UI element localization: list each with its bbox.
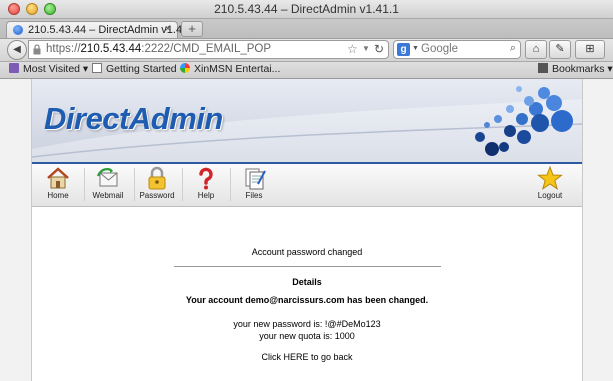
- bookmark-xinmsn[interactable]: XinMSN Entertai...: [180, 63, 280, 75]
- search-icon[interactable]: ⌕: [510, 42, 516, 55]
- window-title: 210.5.43.44 – DirectAdmin v1.41.1: [214, 2, 399, 16]
- back-button[interactable]: ◀: [7, 40, 27, 60]
- tab-directadmin[interactable]: 210.5.43.44 – DirectAdmin v1.4... ×: [6, 21, 191, 38]
- bubbles-logo-icon: [475, 86, 573, 156]
- bookmark-getting-started[interactable]: Getting Started: [92, 63, 177, 75]
- tab-close-icon[interactable]: ×: [165, 23, 171, 35]
- msn-butterfly-icon: [180, 63, 190, 73]
- directadmin-header: DirectAdmin: [32, 79, 582, 162]
- bookmarks-toolbar: Most Visited ▾ Getting Started XinMSN En…: [0, 62, 613, 79]
- directadmin-toolbar: Home Webmail Password Help Files Logout: [32, 162, 582, 207]
- bookmarks-icon: [538, 63, 548, 73]
- navigation-toolbar: ◀ https://210.5.43.44:2222/CMD_EMAIL_POP…: [0, 39, 613, 62]
- nav-webmail[interactable]: Webmail: [84, 166, 132, 200]
- go-back-link[interactable]: Click HERE to go back: [32, 352, 582, 362]
- folder-icon: [9, 63, 19, 73]
- nav-files[interactable]: Files: [230, 166, 278, 200]
- tools-icon[interactable]: ✎: [549, 40, 571, 59]
- account-changed-message: Your account demo@narcissurs.com has bee…: [185, 295, 429, 305]
- url-history-dropdown-icon[interactable]: ▼: [362, 44, 370, 53]
- page-icon: [92, 63, 102, 73]
- reload-icon[interactable]: ↻: [374, 42, 384, 56]
- padlock-icon: [148, 166, 166, 190]
- lock-icon: [33, 44, 41, 55]
- home-icon[interactable]: ⌂: [525, 40, 547, 59]
- files-icon: [245, 168, 266, 190]
- question-mark-icon: [199, 167, 213, 190]
- webmail-icon: [96, 168, 118, 187]
- addons-icon[interactable]: ⊞: [575, 40, 605, 59]
- window-titlebar: 210.5.43.44 – DirectAdmin v1.41.1: [0, 0, 613, 19]
- nav-logout[interactable]: Logout: [526, 166, 574, 200]
- url-bar[interactable]: https://210.5.43.44:2222/CMD_EMAIL_POP ☆…: [28, 40, 389, 59]
- favicon-icon: [13, 25, 23, 35]
- nav-home[interactable]: Home: [34, 166, 82, 200]
- status-message: Account password changed: [251, 247, 363, 257]
- engine-dropdown-icon[interactable]: ▼: [412, 45, 419, 52]
- bookmark-most-visited[interactable]: Most Visited ▾: [9, 63, 88, 75]
- star-icon: [537, 166, 563, 190]
- new-password-text: your new password is: !@#DeMo123: [233, 319, 381, 329]
- nav-help[interactable]: Help: [182, 166, 230, 200]
- google-engine-icon[interactable]: g: [397, 43, 410, 56]
- divider: [174, 266, 441, 267]
- new-tab-button[interactable]: +: [181, 21, 203, 37]
- details-heading: Details: [292, 277, 322, 287]
- search-input[interactable]: Google: [421, 43, 458, 55]
- house-icon: [47, 167, 69, 189]
- search-bar[interactable]: g ▼ Google ⌕: [393, 40, 521, 59]
- directadmin-page: DirectAdmin Home Webmail Password Help F…: [31, 79, 583, 381]
- bookmark-star-icon[interactable]: ☆: [347, 42, 358, 56]
- url-text: https://210.5.43.44:2222/CMD_EMAIL_POP: [46, 43, 272, 55]
- tab-strip: 210.5.43.44 – DirectAdmin v1.4... × +: [0, 19, 613, 39]
- nav-password[interactable]: Password: [133, 166, 181, 200]
- new-quota-text: your new quota is: 1000: [259, 331, 355, 341]
- bookmarks-menu[interactable]: Bookmarks ▾: [538, 63, 613, 75]
